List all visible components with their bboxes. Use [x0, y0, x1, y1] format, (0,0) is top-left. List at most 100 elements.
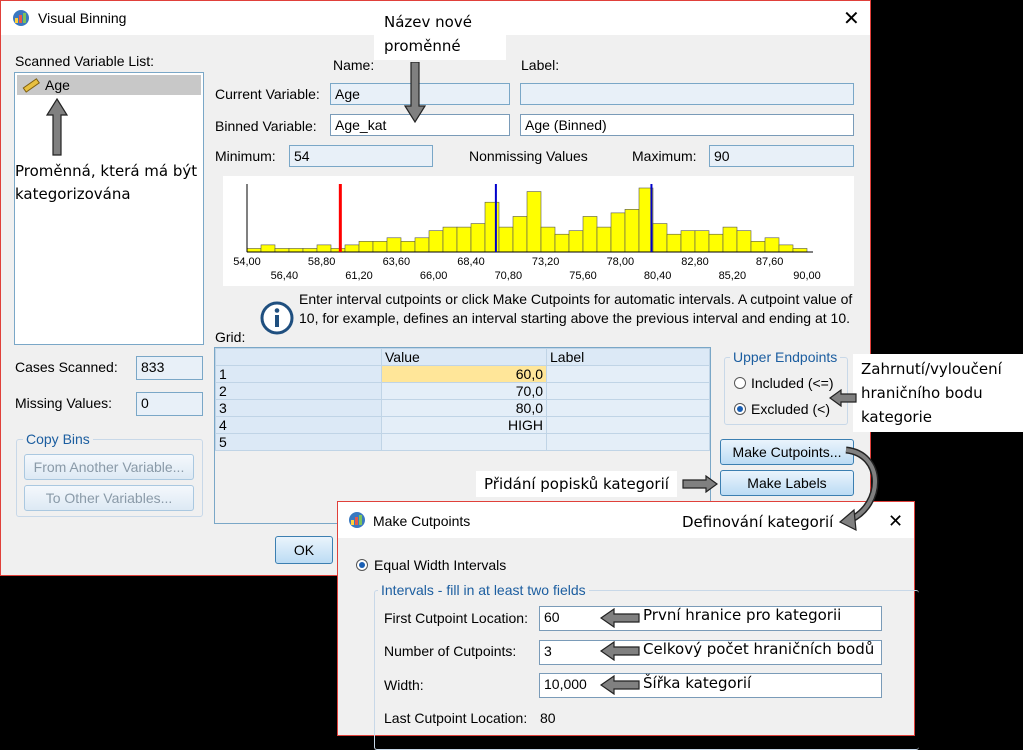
annotation-add-labels: Přidání popisků kategorií [476, 471, 677, 497]
equal-width-radio[interactable] [356, 559, 368, 571]
histogram-bar [680, 230, 696, 253]
cutpoint-label[interactable] [546, 382, 710, 400]
histogram-bar [652, 223, 668, 253]
make-labels-button[interactable]: Make Labels [720, 470, 854, 496]
maximum-label: Maximum: [632, 148, 697, 164]
histogram-bar [400, 241, 416, 253]
cutpoint-grid[interactable]: Value Label 1 60,0 2 70,0 3 80,0 4 HIGH [214, 347, 711, 524]
cutpoint-label[interactable] [546, 365, 710, 383]
annotation-variable-to-categorize: Proměnná, která má být kategorizována [15, 162, 198, 203]
width-label: Width: [384, 677, 424, 693]
row-number: 4 [215, 416, 382, 434]
cutpoint-value[interactable] [381, 433, 547, 451]
histogram-bar [358, 241, 374, 253]
histogram-bar [470, 223, 486, 253]
grid-header-label: Label [546, 348, 710, 366]
histogram-bar [428, 230, 444, 253]
minimum-label: Minimum: [215, 148, 276, 164]
cases-scanned-field: 833 [136, 356, 203, 380]
arrow-left-icon [600, 608, 640, 628]
list-item[interactable]: Age [17, 75, 201, 95]
tick-label: 68,40 [457, 256, 485, 268]
histogram-bar [260, 244, 276, 253]
histogram-bar [722, 226, 738, 253]
close-icon[interactable]: ✕ [888, 511, 903, 531]
included-radio[interactable] [734, 377, 746, 389]
grid-header-index [215, 348, 382, 366]
table-row[interactable]: 3 80,0 [215, 399, 710, 417]
cutpoint-value[interactable]: HIGH [381, 416, 547, 434]
annotation-define-categories: Definování kategorií [676, 510, 840, 534]
tick-label: 54,00 [233, 256, 261, 268]
row-number: 5 [215, 433, 382, 451]
arrow-left-icon [829, 389, 857, 407]
binned-variable-label-field[interactable]: Age (Binned) [520, 114, 854, 136]
arrow-left-icon [600, 641, 640, 661]
window-title: Visual Binning [38, 10, 127, 26]
scanned-variable-list[interactable]: Age [14, 72, 204, 345]
histogram-bar [456, 226, 472, 253]
histogram-bar [792, 248, 808, 253]
tick-label: 58,80 [308, 256, 336, 268]
number-cutpoints-label: Number of Cutpoints: [384, 643, 517, 659]
annotation-category-width: Šířka kategorií [643, 674, 752, 692]
histogram-bar [624, 209, 640, 253]
current-variable-label-field [520, 83, 854, 105]
tick-label: 90,00 [793, 270, 821, 282]
histogram-bar [274, 248, 290, 253]
arrow-up-icon [45, 97, 69, 159]
arrow-down-icon [404, 62, 426, 124]
grid-label: Grid: [215, 329, 246, 345]
close-icon[interactable]: ✕ [843, 9, 860, 29]
tick-label: 56,40 [271, 270, 299, 282]
excluded-label: Excluded (<) [751, 401, 830, 417]
tick-label: 80,40 [644, 270, 672, 282]
tick-label: 73,20 [532, 256, 560, 268]
first-cutpoint-label: First Cutpoint Location: [384, 610, 528, 626]
cutpoint-value[interactable]: 80,0 [381, 399, 547, 417]
cases-scanned-label: Cases Scanned: [15, 359, 118, 375]
arrow-left-icon [600, 675, 640, 695]
tick-label: 78,00 [607, 256, 635, 268]
visual-binning-dialog: Visual Binning ✕ Scanned Variable List: … [0, 0, 871, 576]
cutpoint-label[interactable] [546, 399, 710, 417]
tick-label: 75,60 [569, 270, 597, 282]
app-icon [13, 10, 29, 26]
cutpoint-label[interactable] [546, 416, 710, 434]
tick-label: 85,20 [719, 270, 747, 282]
nonmissing-values-label: Nonmissing Values [469, 148, 588, 164]
scanned-list-label: Scanned Variable List: [15, 53, 155, 69]
histogram-bar [414, 237, 430, 253]
histogram-bar [316, 244, 332, 253]
histogram-bar [610, 212, 626, 253]
last-cutpoint-value: 80 [540, 710, 556, 726]
tick-label: 87,60 [756, 256, 784, 268]
tick-label: 66,00 [420, 270, 448, 282]
cutpoint-value[interactable]: 60,0 [381, 365, 547, 383]
table-row[interactable]: 2 70,0 [215, 382, 710, 400]
ok-button[interactable]: OK [275, 536, 333, 564]
cutpoint-value[interactable]: 70,0 [381, 382, 547, 400]
excluded-radio[interactable] [734, 403, 746, 415]
last-cutpoint-label: Last Cutpoint Location: [384, 710, 528, 726]
table-row[interactable]: 4 HIGH [215, 416, 710, 434]
tick-label: 61,20 [345, 270, 373, 282]
to-other-variables-button[interactable]: To Other Variables... [24, 485, 194, 511]
name-header: Name: [333, 57, 375, 73]
missing-values-label: Missing Values: [15, 395, 113, 411]
width-value: 10,000 [544, 676, 587, 692]
cutpoint-label[interactable] [546, 433, 710, 451]
table-row[interactable]: 1 60,0 [215, 365, 710, 383]
histogram-bar [568, 230, 584, 253]
table-row[interactable]: 5 [215, 433, 710, 451]
upper-endpoints-legend: Upper Endpoints [730, 349, 841, 365]
histogram-bar [708, 233, 724, 253]
histogram-bar [736, 230, 752, 253]
annotation-total-cutpoints: Celkový počet hraničních bodů [643, 640, 875, 658]
equal-width-label: Equal Width Intervals [374, 557, 507, 573]
make-cutpoints-button[interactable]: Make Cutpoints... [720, 439, 854, 465]
histogram[interactable]: 54,00 58,80 63,60 68,40 73,20 78,00 82,80 87,60… [223, 176, 854, 286]
histogram-bar [778, 244, 794, 253]
tick-label: 63,60 [383, 256, 411, 268]
from-another-variable-button[interactable]: From Another Variable... [24, 454, 194, 480]
